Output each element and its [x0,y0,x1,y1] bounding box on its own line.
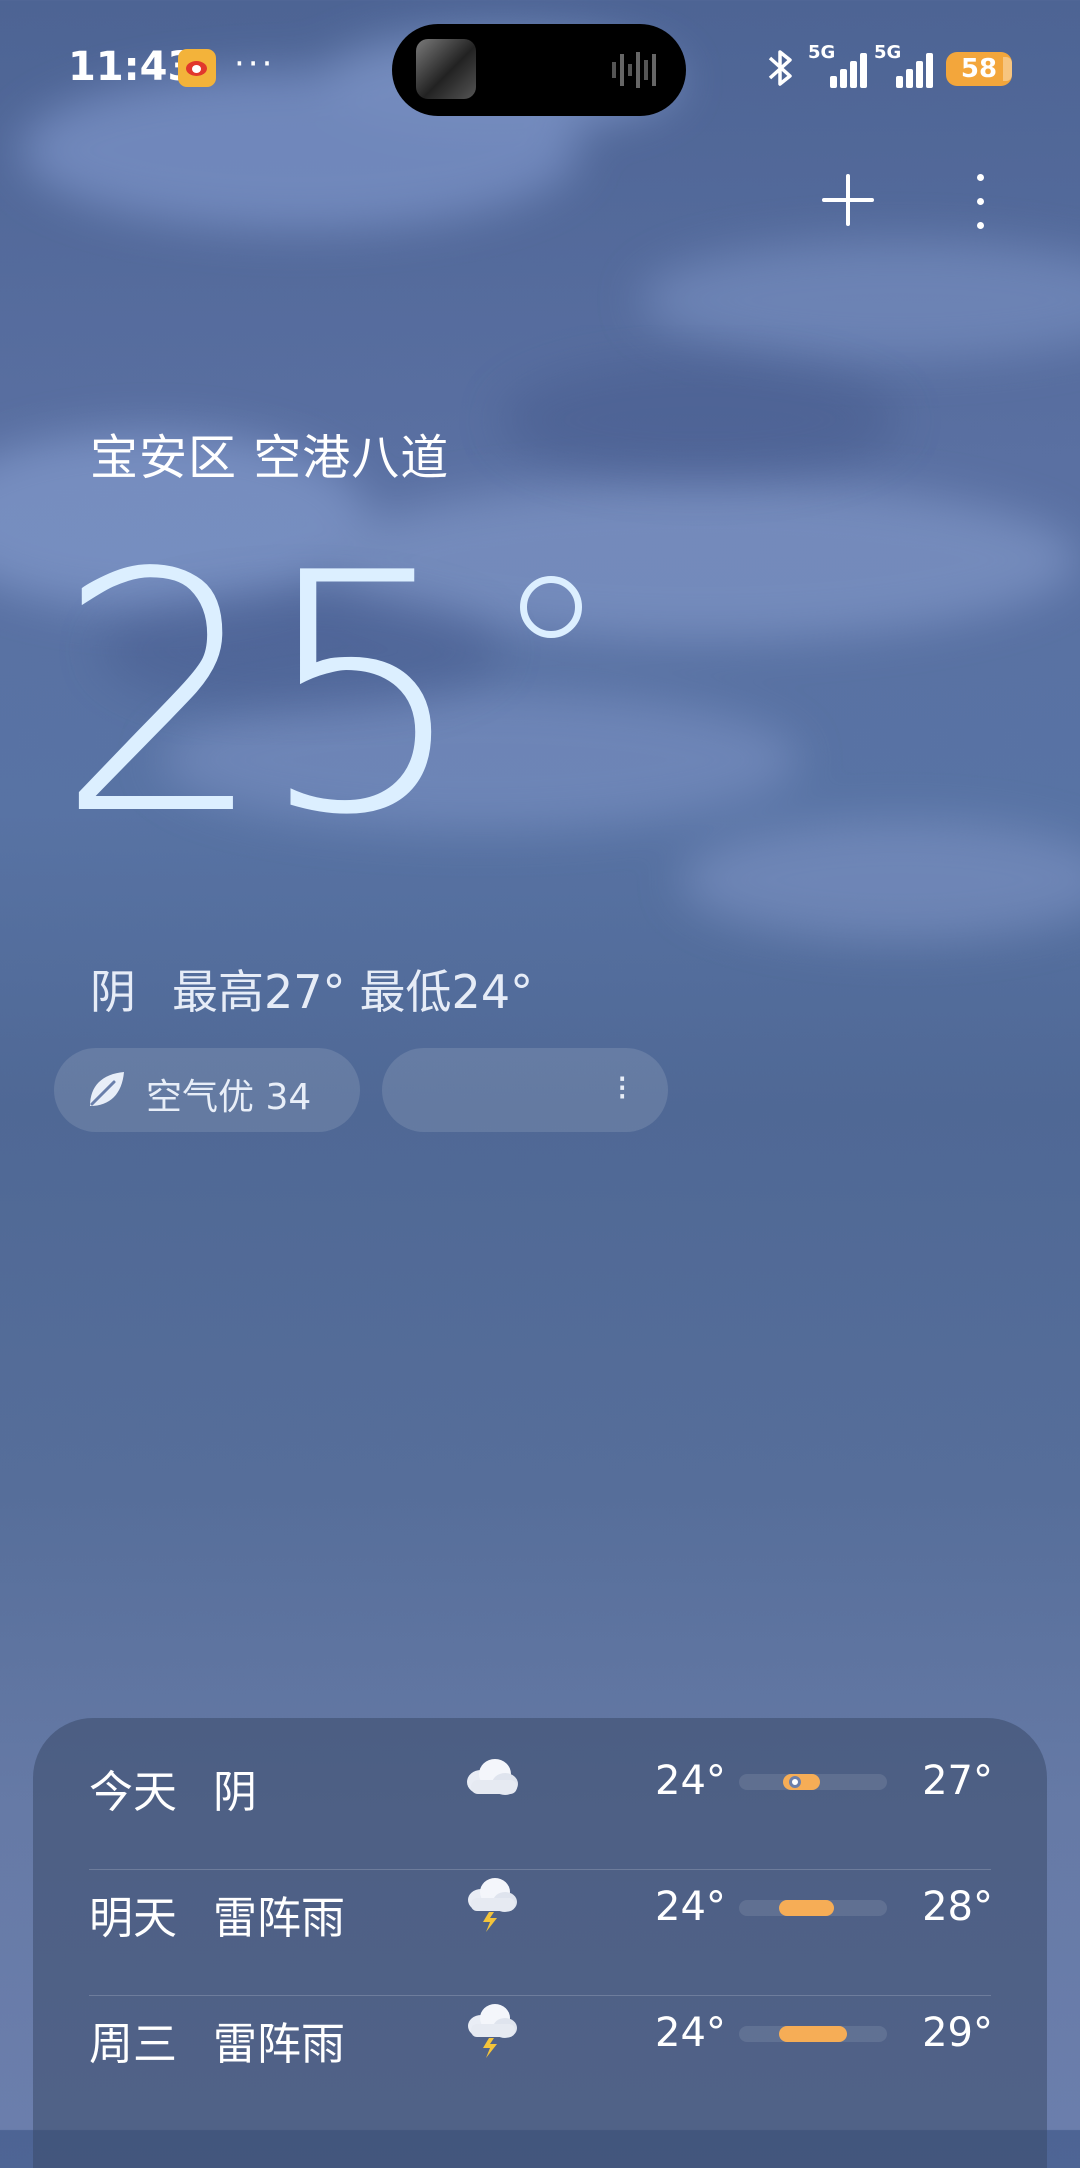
more-notifications-icon: ··· [234,44,276,84]
forecast-row-today[interactable]: 今天 阴 24° 27° [33,1718,1047,1844]
forecast-low: 24° [655,2010,726,2056]
status-time: 11:43 [68,44,196,90]
temperature-range-fill [778,2026,848,2042]
more-options-button[interactable] [962,170,998,234]
forecast-day: 周三 [89,2019,177,2070]
bluetooth-icon [766,48,794,97]
weather-info-label: ⁝ [616,1068,628,1109]
condition-text: 阴 [90,965,136,1019]
temperature-range-fill [778,1900,834,1916]
media-thumbnail[interactable] [416,39,476,99]
air-quality-label: 空气优 34 [146,1077,312,1118]
battery-cap [1003,57,1012,81]
current-condition-summary: 阴最高27° 最低24° [90,956,569,1022]
current-temperature: 25 [56,503,468,887]
signal-strength-icon-2: 5G [874,42,936,88]
forecast-condition: 雷阵雨 [213,2019,345,2070]
high-temperature: 最高27° [172,965,346,1019]
audio-wave-icon [612,52,656,88]
forecast-row-wednesday[interactable]: 周三 雷阵雨 24° 29° [33,1970,1047,2096]
forecast-card[interactable]: 今天 阴 24° 27° 明天 雷阵雨 24° 28° 周三 雷阵雨 24° 2… [33,1718,1047,2168]
forecast-day: 明天 [89,1893,177,1944]
location-title[interactable]: 宝安区 空港八道 [90,418,449,488]
forecast-row-tomorrow[interactable]: 明天 雷阵雨 24° 28° [33,1844,1047,1970]
forecast-condition: 雷阵雨 [213,1893,345,1944]
forecast-high: 28° [922,1884,993,1930]
cloud-icon [467,1759,518,1795]
temperature-range-bar [739,2026,887,2042]
thunderstorm-icon [468,2004,517,2058]
leaf-icon [90,1072,124,1106]
temperature-range-bar [739,1900,887,1916]
low-temperature: 最低24° [359,965,534,1019]
weibo-app-icon [178,49,216,87]
forecast-condition: 阴 [213,1767,257,1818]
forecast-high: 29° [922,2010,993,2056]
forecast-day: 今天 [89,1767,177,1818]
thunderstorm-icon [468,1878,517,1932]
signal-strength-icon: 5G [808,42,870,88]
status-bar: 11:43 ··· 5G 5G 58 [0,0,1080,135]
add-city-button[interactable] [818,170,878,230]
dynamic-island[interactable] [392,24,686,116]
weather-info-pill[interactable]: ⁝ [382,1048,668,1132]
degree-symbol [520,576,582,638]
temperature-range-bar [739,1774,887,1790]
forecast-low: 24° [655,1884,726,1930]
air-quality-pill[interactable]: 空气优 34 [54,1048,360,1132]
forecast-high: 27° [922,1758,993,1804]
forecast-low: 24° [655,1758,726,1804]
